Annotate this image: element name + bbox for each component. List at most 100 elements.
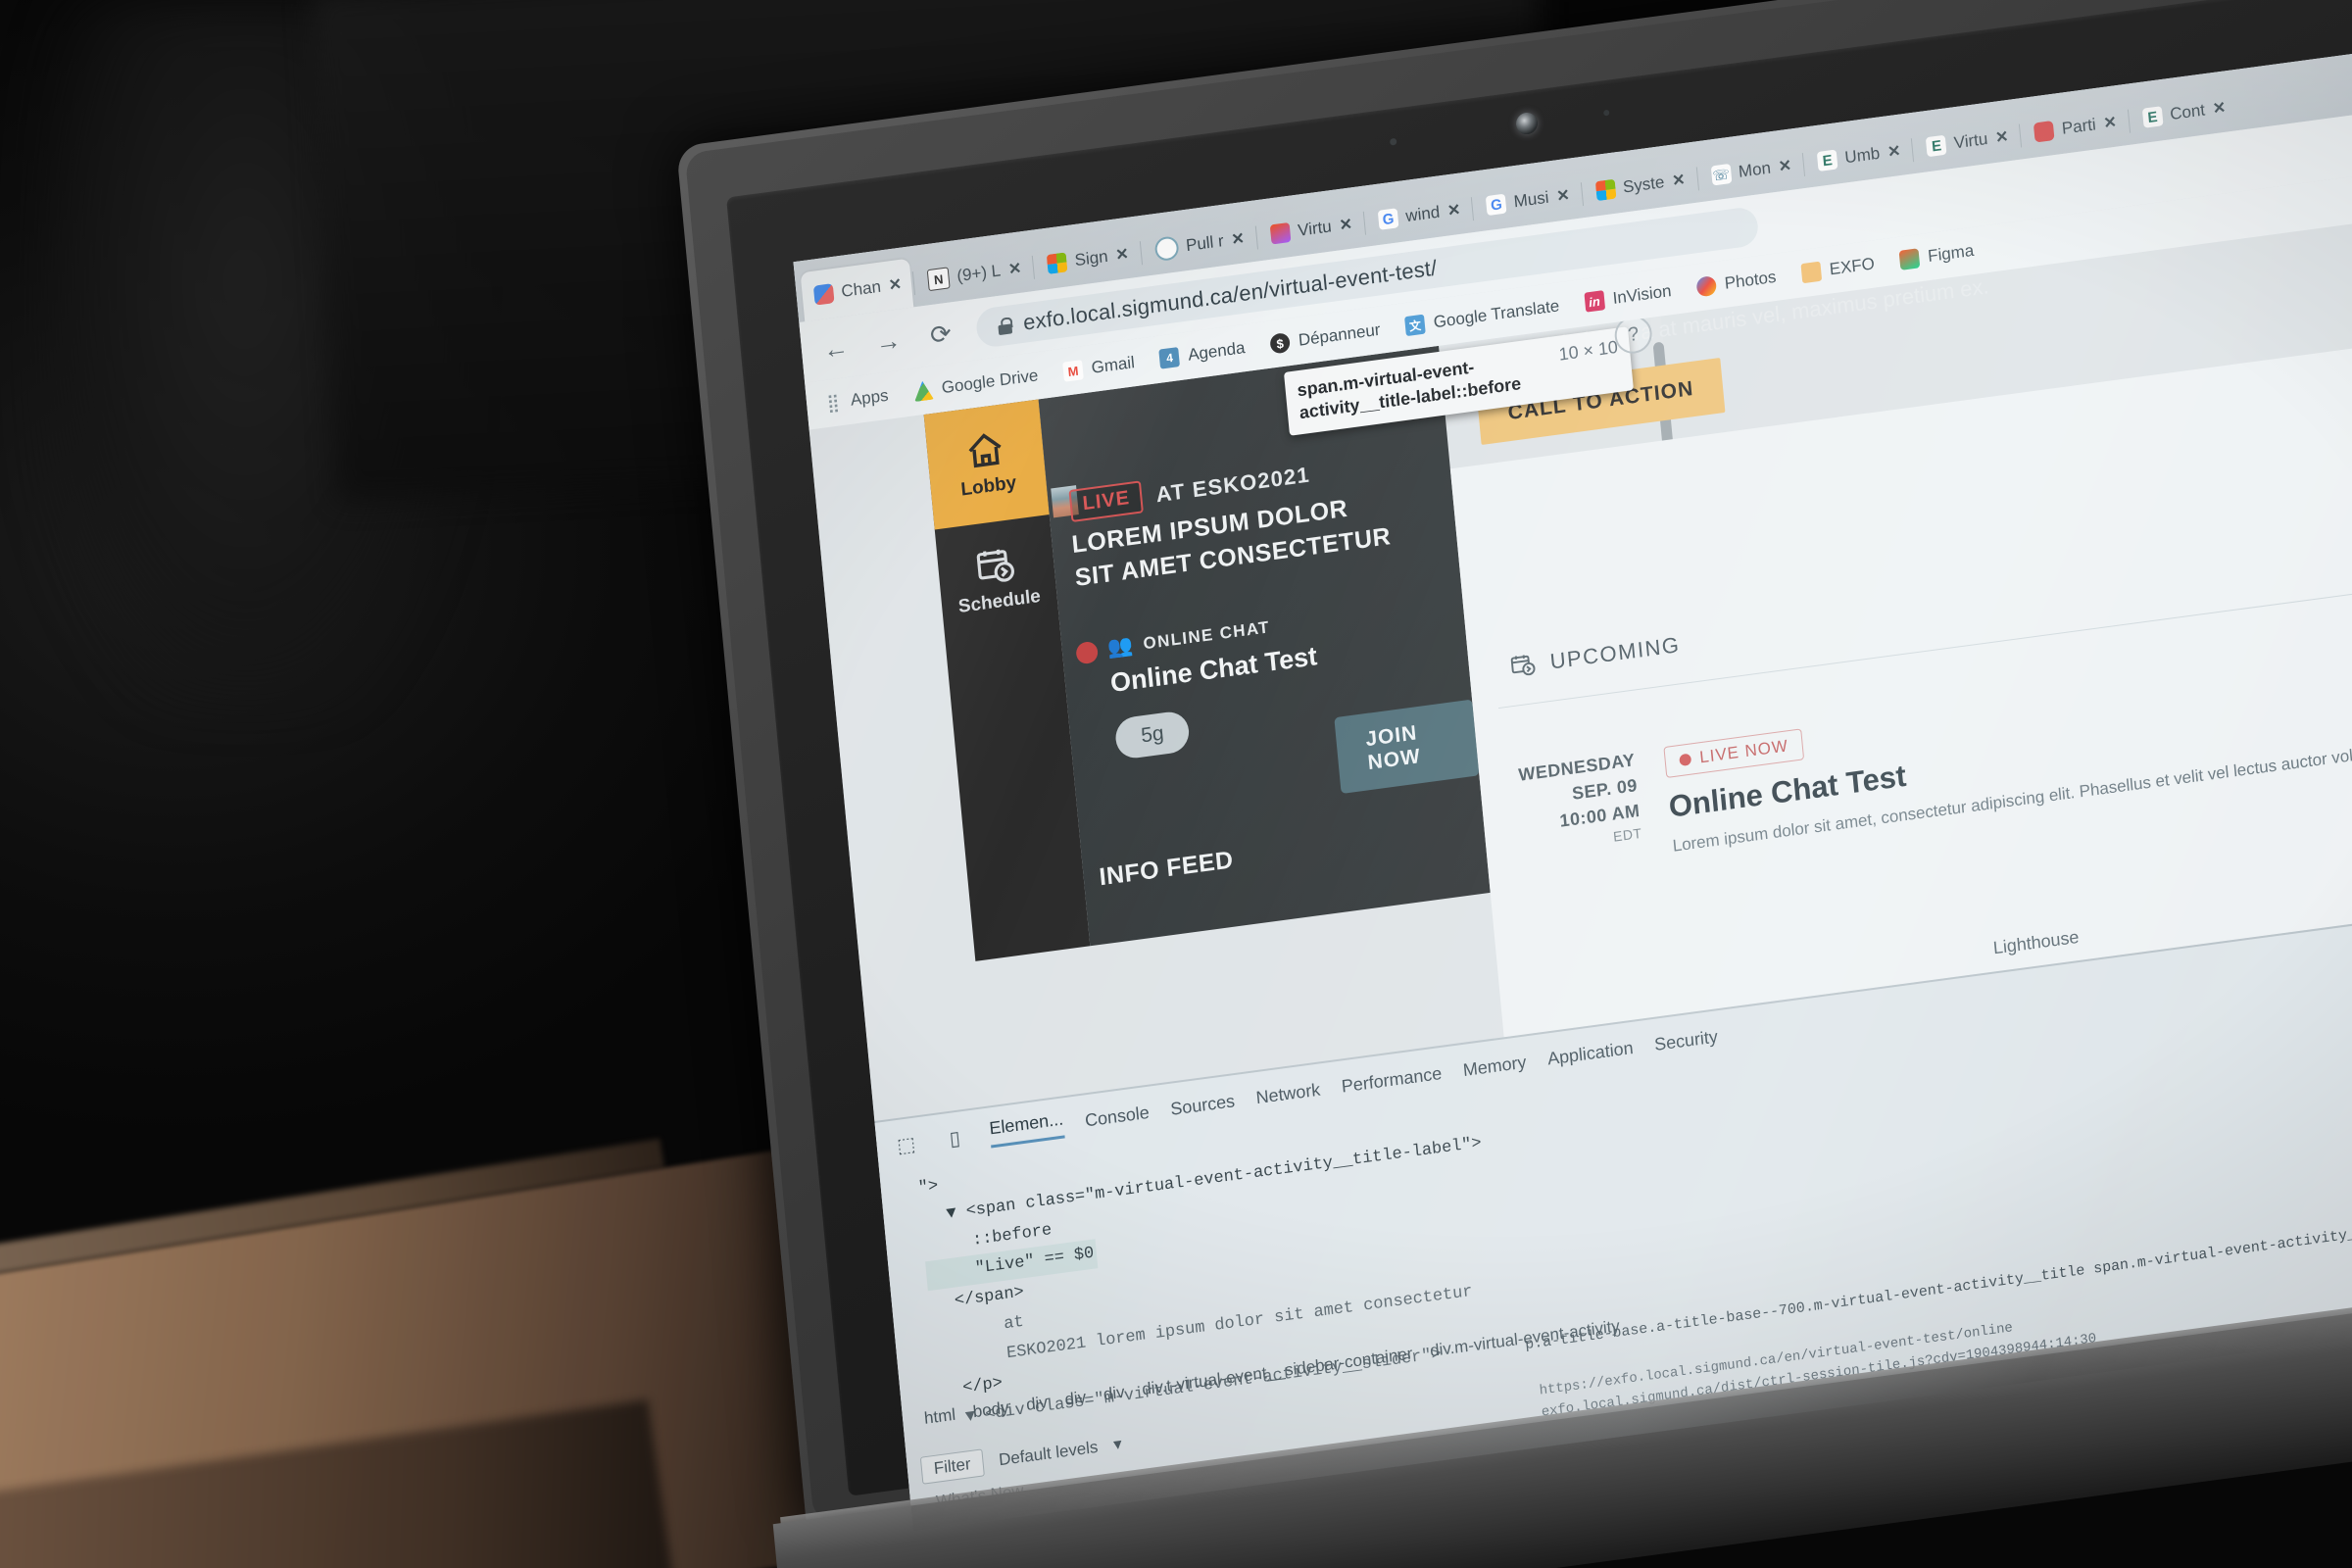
tab-close-icon[interactable]: ✕ bbox=[1671, 170, 1687, 191]
tab-close-icon[interactable]: ✕ bbox=[1231, 228, 1246, 250]
calendar-clock-icon bbox=[1510, 655, 1536, 676]
lighthouse-tab-label[interactable]: Lighthouse bbox=[1992, 927, 2080, 959]
google-favicon: G bbox=[1377, 208, 1399, 230]
tab-label: Virtu bbox=[1297, 217, 1333, 240]
devtools-tab-application[interactable]: Application bbox=[1546, 1037, 1634, 1069]
breadcrumb-item[interactable]: div bbox=[1025, 1393, 1048, 1415]
presentation-people-icon: 👥 bbox=[1105, 633, 1134, 661]
devtools-tab-security[interactable]: Security bbox=[1653, 1026, 1718, 1055]
laptop-lid: Chan ✕ N (9+) L ✕ Sign ✕ Pull r ✕ Virtu … bbox=[676, 0, 2352, 1568]
tab-close-icon[interactable]: ✕ bbox=[2212, 98, 2227, 120]
event-hero-panel: LIVE AT ESKO2021 LOREM IPSUM DOLOR SIT A… bbox=[1038, 314, 1713, 947]
console-filter-input[interactable]: Filter bbox=[919, 1448, 985, 1485]
bookmark-label: InVision bbox=[1611, 281, 1673, 308]
sidebar-item-label: Lobby bbox=[959, 471, 1017, 501]
live-badge: LIVE bbox=[1068, 480, 1145, 522]
bookmark-apps[interactable]: ⣿ Apps bbox=[821, 385, 890, 415]
bookmark-agenda[interactable]: 4 Agenda bbox=[1158, 338, 1247, 369]
bookmark-label: Agenda bbox=[1187, 338, 1247, 365]
event-datetime: WEDNESDAY SEP. 09 10:00 AM EDT bbox=[1517, 747, 1644, 877]
live-status-dot bbox=[1075, 640, 1100, 665]
bookmark-gmail[interactable]: M Gmail bbox=[1062, 353, 1136, 382]
umbraco-favicon: E bbox=[2141, 106, 2164, 128]
quip-favicon bbox=[1153, 235, 1180, 263]
devtools-tab-network[interactable]: Network bbox=[1255, 1079, 1321, 1108]
webcam-icon bbox=[1515, 111, 1539, 136]
tag-pill[interactable]: 5g bbox=[1113, 710, 1192, 760]
reload-icon[interactable]: ⟳ bbox=[923, 317, 959, 351]
tab-label: Pull r bbox=[1185, 230, 1225, 256]
photos-icon bbox=[1695, 274, 1717, 298]
breadcrumb-item[interactable]: div bbox=[1064, 1388, 1087, 1410]
sidebar-item-schedule[interactable]: Schedule bbox=[935, 514, 1060, 645]
tab-close-icon[interactable]: ✕ bbox=[1994, 126, 2009, 148]
tab-label: Cont bbox=[2169, 100, 2206, 124]
devtools-tab-memory[interactable]: Memory bbox=[1462, 1052, 1527, 1081]
gmail-icon: M bbox=[1062, 360, 1084, 382]
bookmark-label: Google Drive bbox=[941, 366, 1040, 398]
upcoming-panel: More UPCOMING bbox=[1449, 323, 2352, 1046]
bookmark-label: Figma bbox=[1927, 240, 1975, 267]
forward-icon[interactable]: → bbox=[870, 323, 906, 358]
devtools-tab-console[interactable]: Console bbox=[1084, 1102, 1150, 1131]
bookmark-figma[interactable]: Figma bbox=[1898, 240, 1975, 270]
back-icon[interactable]: ← bbox=[818, 331, 855, 366]
upcoming-header: UPCOMING bbox=[1509, 632, 1682, 680]
invision-icon: in bbox=[1584, 290, 1605, 313]
upcoming-label: UPCOMING bbox=[1548, 632, 1682, 674]
tab-close-icon[interactable]: ✕ bbox=[1886, 141, 1901, 163]
calendar-icon: 4 bbox=[1158, 347, 1181, 369]
bookmark-depanneur[interactable]: $ Dépanneur bbox=[1269, 320, 1381, 355]
bookmark-google-translate[interactable]: 文 Google Translate bbox=[1404, 296, 1560, 337]
google-favicon: G bbox=[1486, 193, 1507, 217]
event-body: LIVE NOW Online Chat Test Lorem ipsum do… bbox=[1663, 647, 2352, 858]
devtools-tab-elements[interactable]: Elemen... bbox=[988, 1108, 1065, 1149]
lock-icon bbox=[998, 317, 1012, 335]
inspect-element-icon[interactable]: ⬚ bbox=[892, 1131, 921, 1159]
tab-label: Musi bbox=[1512, 187, 1550, 212]
bookmark-photos[interactable]: Photos bbox=[1695, 268, 1777, 298]
figma-icon bbox=[1898, 248, 1921, 270]
calendar-clock-icon bbox=[976, 549, 1014, 582]
devtools-tab-performance[interactable]: Performance bbox=[1341, 1063, 1443, 1098]
breadcrumb-item[interactable]: html bbox=[923, 1405, 956, 1429]
bookmark-invision[interactable]: in InVision bbox=[1584, 281, 1672, 313]
breadcrumb-item[interactable]: div bbox=[1102, 1383, 1125, 1405]
mic-dot-left bbox=[1389, 137, 1397, 146]
phone-favicon: ☏ bbox=[1710, 163, 1733, 186]
devtools-tab-sources[interactable]: Sources bbox=[1169, 1091, 1235, 1120]
tooltip-dimensions: 10 × 10 bbox=[1557, 336, 1619, 365]
main-content-column: Duis sollicitudin, quam eget viverra tin… bbox=[1435, 202, 2352, 1046]
chevron-down-icon[interactable]: ▾ bbox=[1112, 1435, 1122, 1455]
device-toolbar-icon[interactable]: ▯ bbox=[940, 1124, 969, 1152]
tab-close-icon[interactable]: ✕ bbox=[1778, 156, 1792, 177]
tab-close-icon[interactable]: ✕ bbox=[888, 274, 903, 296]
tab-close-icon[interactable]: ✕ bbox=[2103, 112, 2118, 133]
bookmark-google-drive[interactable]: Google Drive bbox=[912, 366, 1039, 402]
tab-label: Mon bbox=[1738, 158, 1772, 181]
home-icon bbox=[968, 432, 1002, 467]
tab-close-icon[interactable]: ✕ bbox=[1555, 185, 1571, 207]
tab-label: (9+) L bbox=[956, 261, 1002, 286]
tab-close-icon[interactable]: ✕ bbox=[1115, 244, 1130, 266]
bookmark-exfo[interactable]: EXFO bbox=[1800, 254, 1876, 284]
sidebar-item-lobby[interactable]: Lobby bbox=[923, 399, 1050, 530]
console-levels-dropdown[interactable]: Default levels bbox=[998, 1438, 1099, 1470]
mic-dot-right bbox=[1602, 109, 1610, 117]
screen-bezel: Chan ✕ N (9+) L ✕ Sign ✕ Pull r ✕ Virtu … bbox=[726, 0, 2352, 1532]
tab-close-icon[interactable]: ✕ bbox=[1339, 214, 1353, 235]
tab-close-icon[interactable]: ✕ bbox=[1007, 259, 1022, 280]
translate-icon: 文 bbox=[1404, 314, 1426, 337]
microsoft-favicon bbox=[1047, 252, 1068, 274]
bookmark-label: Apps bbox=[850, 385, 890, 410]
chan-favicon bbox=[812, 283, 835, 306]
live-dot-icon bbox=[1679, 753, 1692, 767]
chrome-browser-window: Chan ✕ N (9+) L ✕ Sign ✕ Pull r ✕ Virtu … bbox=[793, 33, 2352, 1532]
event-list-item[interactable]: WEDNESDAY SEP. 09 10:00 AM EDT LIVE NOW … bbox=[1517, 647, 2352, 877]
dollar-icon: $ bbox=[1269, 331, 1291, 355]
red-favicon bbox=[2034, 120, 2056, 143]
join-now-button[interactable]: JOIN NOW bbox=[1334, 699, 1480, 795]
bookmark-label: EXFO bbox=[1828, 254, 1876, 279]
exfo-icon bbox=[1800, 261, 1822, 284]
tab-close-icon[interactable]: ✕ bbox=[1446, 200, 1461, 221]
